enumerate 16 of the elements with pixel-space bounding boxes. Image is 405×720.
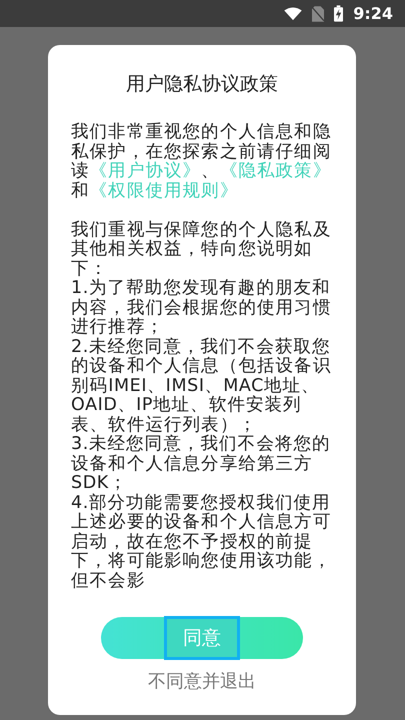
wifi-icon: [284, 6, 302, 20]
policy-paragraph: 3.未经您同意，我们不会将您的设备和个人信息分享给第三方SDK；: [71, 435, 332, 493]
policy-paragraph: 1.为了帮助您发现有趣的朋友和内容，我们会根据您的使用习惯进行推荐；: [71, 279, 332, 338]
battery-charging-icon: [334, 5, 344, 22]
policy-link[interactable]: 《隐私政策》: [220, 161, 332, 181]
policy-paragraph: 4.部分功能需要您授权我们使用上述必要的设备和个人信息方可启动，故在您不予授权的前提下，将可能影响您使用该功能，但不会影: [71, 494, 332, 591]
clock-time: 9:24: [353, 4, 393, 23]
no-sim-icon: [312, 6, 324, 22]
agree-button[interactable]: 同意: [101, 617, 303, 659]
policy-paragraph: 2.未经您同意，我们不会获取您的设备和个人信息（包括设备识别码IMEI、IMSI、MAC地址、OAID、IP地址、软件安装列表、软件运行列表）；: [71, 338, 332, 434]
policy-link[interactable]: 《权限使用规则》: [90, 180, 238, 200]
intro-paragraph: 我们非常重视您的个人信息和隐私保护，在您探索之前请仔细阅读《用户协议》、《隐私政策》 和《权限使用规则》: [71, 123, 332, 201]
decline-exit-link[interactable]: 不同意并退出: [148, 669, 256, 693]
policy-paragraph: 我们重视与保障您的个人隐私及其他相关权益，特向您说明如下：: [71, 220, 332, 278]
dialog-title: 用户隐私协议政策: [126, 72, 278, 97]
policy-link[interactable]: 《用户协议》: [90, 161, 202, 181]
